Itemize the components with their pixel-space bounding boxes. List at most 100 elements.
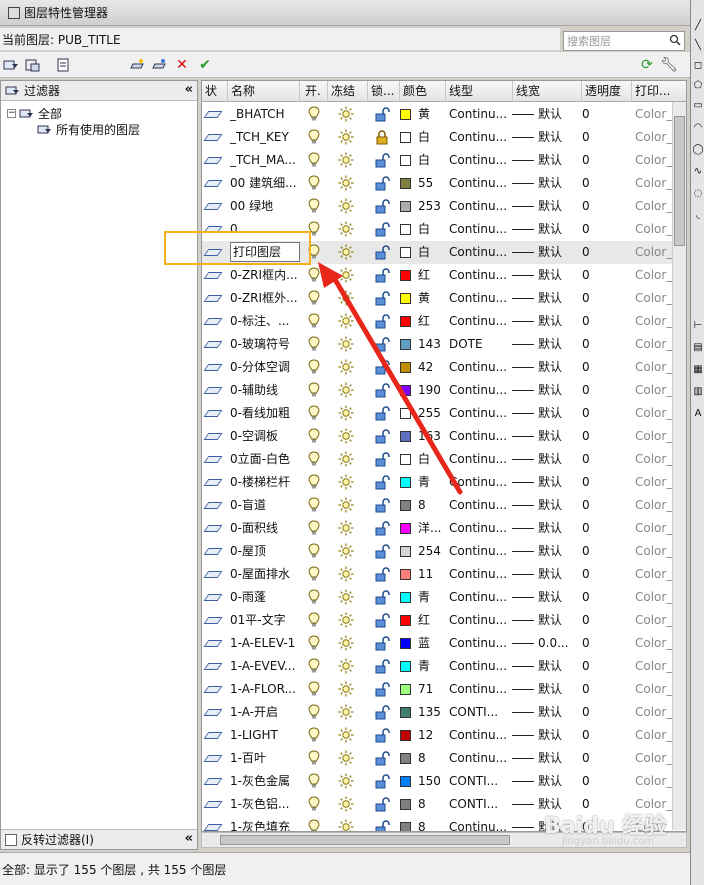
layer-color-swatch[interactable] [400,707,411,718]
layer-transparency[interactable]: 0 [582,770,622,793]
layer-plot-style[interactable]: Color_ [635,586,672,609]
layer-freeze-sun-icon[interactable] [338,405,354,424]
lock-open-icon[interactable] [374,635,390,654]
layer-color-value[interactable]: 8 [418,747,446,770]
table-row[interactable]: 1-百叶 8 Continu... 默认 0 Color_ [202,747,672,770]
layer-color-swatch[interactable] [400,270,411,281]
table-row[interactable]: _BHATCH 黄 Continu... 默认 0 Color_ [202,103,672,126]
tool-icon-3[interactable]: ◻ [692,60,704,72]
layer-lineweight[interactable]: 默认 [538,494,578,517]
layer-lineweight[interactable]: 默认 [538,471,578,494]
table-row[interactable]: 1-A-开启 135 CONTI... 默认 0 Color_ [202,701,672,724]
layer-transparency[interactable]: 0 [582,540,622,563]
layer-color-swatch[interactable] [400,684,411,695]
layer-lineweight[interactable]: 默认 [538,126,578,149]
layer-on-bulb-icon[interactable] [308,152,320,171]
layer-linetype[interactable]: Continu... [449,609,511,632]
layer-linetype[interactable]: Continu... [449,310,511,333]
search-icon[interactable] [669,34,681,46]
layer-freeze-sun-icon[interactable] [338,520,354,539]
layer-on-bulb-icon[interactable] [308,589,320,608]
layer-color-swatch[interactable] [400,339,411,350]
col-plot[interactable]: 打印... [632,81,686,102]
layer-lineweight[interactable]: 默认 [538,402,578,425]
layer-lineweight[interactable]: 默认 [538,310,578,333]
table-row[interactable]: 0-分体空调 42 Continu... 默认 0 Color_ [202,356,672,379]
layer-on-bulb-icon[interactable] [308,796,320,815]
layer-transparency[interactable]: 0 [582,517,622,540]
layer-linetype[interactable]: Continu... [449,517,511,540]
layer-transparency[interactable]: 0 [582,356,622,379]
layer-name[interactable]: 1-灰色填充 [230,816,300,831]
layer-color-value[interactable]: 洋... [418,517,446,540]
layer-plot-style[interactable]: Color_ [635,287,672,310]
layer-color-swatch[interactable] [400,224,411,235]
layer-on-bulb-icon[interactable] [308,773,320,792]
layer-plot-style[interactable]: Color_ [635,540,672,563]
layer-linetype[interactable]: Continu... [449,563,511,586]
layer-lineweight[interactable]: 默认 [538,724,578,747]
table-row[interactable]: 0-空调板 163 Continu... 默认 0 Color_ [202,425,672,448]
tool-icon-6[interactable]: ◠ [692,122,704,134]
layer-freeze-sun-icon[interactable] [338,750,354,769]
lock-open-icon[interactable] [374,796,390,815]
layer-color-value[interactable]: 红 [418,609,446,632]
layer-on-bulb-icon[interactable] [308,129,320,148]
lock-open-icon[interactable] [374,221,390,240]
col-transparency[interactable]: 透明度 [582,81,632,102]
col-freeze[interactable]: 冻结 [328,81,368,102]
layer-on-bulb-icon[interactable] [308,704,320,723]
lock-open-icon[interactable] [374,313,390,332]
layer-plot-style[interactable]: Color_ [635,172,672,195]
layer-color-value[interactable]: 红 [418,310,446,333]
layer-freeze-sun-icon[interactable] [338,704,354,723]
layer-transparency[interactable]: 0 [582,264,622,287]
tool-icon-4[interactable]: ⬠ [692,80,704,92]
tool-icon-1[interactable]: ╱ [692,20,704,32]
layer-plot-style[interactable]: Color_ [635,609,672,632]
layer-transparency[interactable]: 0 [582,402,622,425]
table-row[interactable]: 1-灰色金属 150 CONTI... 默认 0 Color_ [202,770,672,793]
layer-plot-style[interactable]: Color_ [635,632,672,655]
layer-lineweight[interactable]: 默认 [538,563,578,586]
layer-plot-style[interactable]: Color_ [635,448,672,471]
layer-name[interactable]: 1-百叶 [230,747,300,770]
layer-color-value[interactable]: 8 [418,793,446,816]
layer-linetype[interactable]: Continu... [449,632,511,655]
layer-color-swatch[interactable] [400,638,411,649]
layer-color-value[interactable]: 255 [418,402,446,425]
layer-plot-style[interactable]: Color_ [635,701,672,724]
layer-freeze-sun-icon[interactable] [338,244,354,263]
layer-color-swatch[interactable] [400,293,411,304]
layer-color-swatch[interactable] [400,431,411,442]
layer-color-swatch[interactable] [400,385,411,396]
layer-name[interactable]: 00 绿地 [230,195,300,218]
layer-freeze-sun-icon[interactable] [338,198,354,217]
layer-transparency[interactable]: 0 [582,379,622,402]
lock-open-icon[interactable] [374,428,390,447]
layer-transparency[interactable]: 0 [582,701,622,724]
layer-transparency[interactable]: 0 [582,494,622,517]
layer-freeze-sun-icon[interactable] [338,290,354,309]
layer-transparency[interactable]: 0 [582,218,622,241]
layer-color-swatch[interactable] [400,201,411,212]
layer-name[interactable]: 0-雨蓬 [230,586,300,609]
layer-on-bulb-icon[interactable] [308,175,320,194]
layer-freeze-sun-icon[interactable] [338,313,354,332]
layer-color-value[interactable]: 青 [418,586,446,609]
layer-name[interactable]: 1-A-开启 [230,701,300,724]
layer-name[interactable]: _TCH_KEY [230,126,300,149]
layer-transparency[interactable]: 0 [582,149,622,172]
tree-expander-icon[interactable]: − [7,109,16,118]
lock-open-icon[interactable] [374,520,390,539]
layer-plot-style[interactable]: Color_ [635,103,672,126]
table-row[interactable]: 0-屋面排水 11 Continu... 默认 0 Color_ [202,563,672,586]
layer-name[interactable]: _TCH_MA... [230,149,300,172]
layer-plot-style[interactable]: Color_ [635,747,672,770]
layer-transparency[interactable]: 0 [582,425,622,448]
layer-on-bulb-icon[interactable] [308,497,320,516]
layer-freeze-sun-icon[interactable] [338,727,354,746]
layer-transparency[interactable]: 0 [582,310,622,333]
col-on[interactable]: 开. [302,81,328,102]
table-row[interactable]: 0-雨蓬 青 Continu... 默认 0 Color_ [202,586,672,609]
